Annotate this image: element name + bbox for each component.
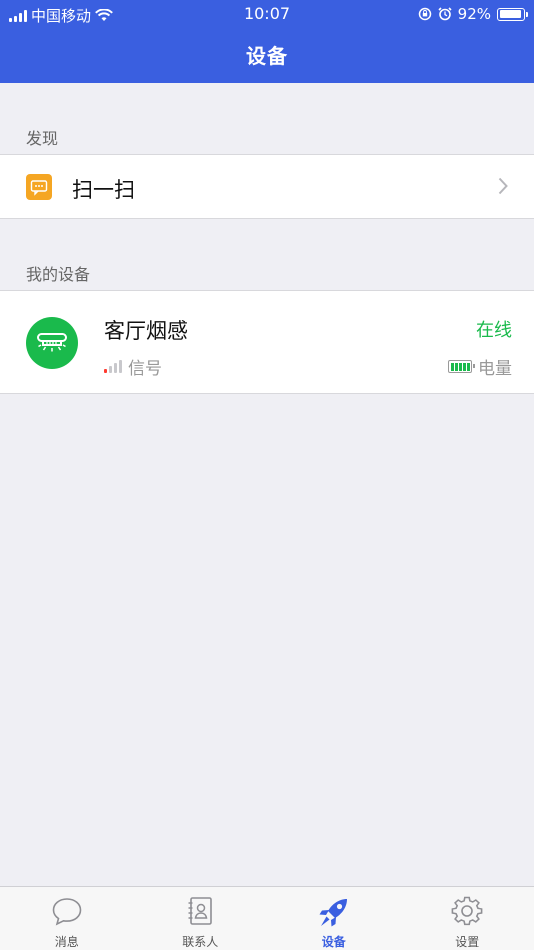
scan-label: 扫一扫 — [72, 178, 135, 202]
tab-label-messages: 消息 — [54, 935, 79, 949]
device-signal: 信号 — [104, 354, 162, 379]
signal-strength-icon — [104, 360, 122, 373]
message-icon — [26, 174, 52, 200]
device-row[interactable]: 客厅烟感 在线 信号 电量 — [0, 290, 534, 394]
app-header: 中国移动 10:07 92% 设备 — [0, 0, 534, 83]
tab-settings[interactable]: 设置 — [401, 887, 534, 950]
chevron-right-icon — [498, 177, 508, 195]
page-title: 设备 — [246, 44, 288, 68]
power-label: 电量 — [478, 359, 512, 379]
battery-icon — [497, 7, 528, 21]
device-name: 客厅烟感 — [104, 319, 188, 343]
alarm-icon — [438, 7, 452, 21]
tab-label-settings: 设置 — [455, 935, 480, 949]
gear-icon — [451, 896, 483, 926]
battery-level-icon — [448, 360, 475, 373]
smoke-detector-icon — [26, 317, 78, 369]
section-label-discover: 发现 — [26, 129, 59, 148]
tab-devices[interactable]: 设备 — [267, 887, 401, 950]
contacts-icon — [188, 897, 213, 925]
tab-label-devices: 设备 — [321, 935, 346, 949]
signal-label: 信号 — [128, 359, 162, 379]
scan-row[interactable]: 扫一扫 — [0, 154, 534, 219]
section-label-my-devices: 我的设备 — [26, 265, 91, 284]
status-bar: 中国移动 10:07 92% — [0, 0, 534, 28]
tab-contacts[interactable]: 联系人 — [134, 887, 268, 950]
rotation-lock-icon — [418, 7, 431, 21]
tab-label-contacts: 联系人 — [182, 935, 219, 949]
status-right: 92% — [418, 5, 528, 23]
chat-bubble-icon — [52, 898, 82, 926]
tab-messages[interactable]: 消息 — [0, 887, 134, 950]
rocket-icon — [319, 899, 347, 927]
battery-percent: 92% — [457, 5, 491, 23]
device-power: 电量 — [448, 354, 512, 379]
tab-bar: 消息 联系人 设备 设置 — [0, 886, 534, 950]
device-status: 在线 — [476, 320, 512, 341]
